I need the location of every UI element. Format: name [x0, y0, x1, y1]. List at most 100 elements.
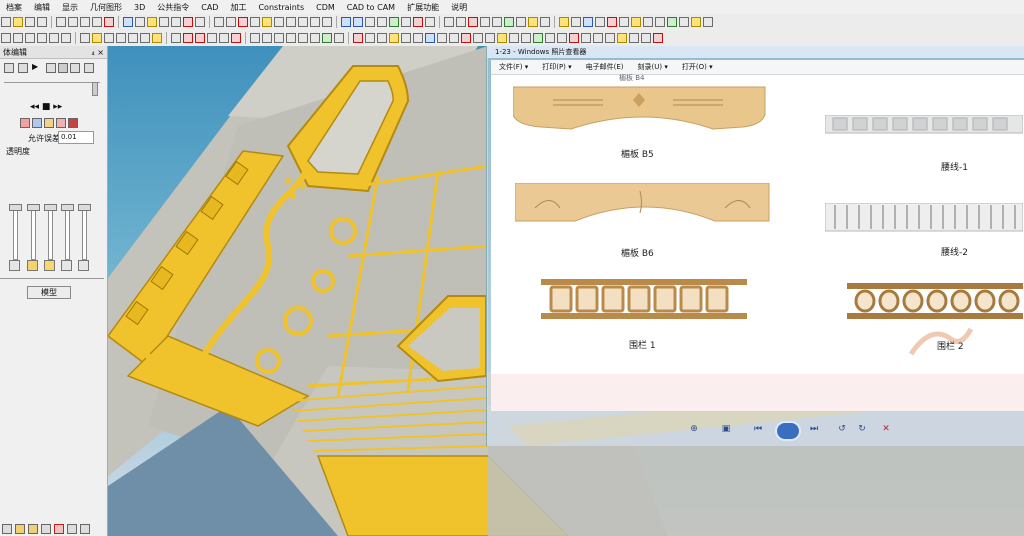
- view2-icon[interactable]: [353, 17, 363, 27]
- surface2-icon[interactable]: [571, 17, 581, 27]
- surface13-icon[interactable]: [703, 17, 713, 27]
- line3-icon[interactable]: [298, 17, 308, 27]
- text-icon[interactable]: [92, 33, 102, 43]
- record-icon[interactable]: [653, 33, 663, 43]
- edit14-icon[interactable]: [509, 33, 519, 43]
- light-icon[interactable]: [528, 17, 538, 27]
- edit11-icon[interactable]: [473, 33, 483, 43]
- zoom-icon[interactable]: ⊕: [689, 425, 699, 434]
- edit2-icon[interactable]: [365, 33, 375, 43]
- arc-icon[interactable]: [25, 33, 35, 43]
- play-icon[interactable]: ▶: [32, 63, 40, 71]
- slider-knob[interactable]: [44, 204, 57, 211]
- delete-icon[interactable]: ✕: [881, 425, 891, 434]
- circle-icon[interactable]: [37, 33, 47, 43]
- new-icon[interactable]: [1, 17, 11, 27]
- menu-3d[interactable]: 3D: [128, 3, 151, 12]
- snap-icon[interactable]: [250, 33, 260, 43]
- line2-icon[interactable]: [286, 17, 296, 27]
- panel-tool8-icon[interactable]: [20, 118, 30, 128]
- panel-tool6-icon[interactable]: [70, 63, 80, 73]
- grid2-icon[interactable]: [456, 17, 466, 27]
- menu-cdm[interactable]: CDM: [310, 3, 341, 12]
- edit5-icon[interactable]: [401, 33, 411, 43]
- panel-tool12-icon[interactable]: [68, 118, 78, 128]
- fillet-icon[interactable]: [152, 33, 162, 43]
- save-icon[interactable]: [25, 17, 35, 27]
- menu-extensions[interactable]: 扩展功能: [401, 2, 445, 13]
- slider-knob[interactable]: [78, 204, 91, 211]
- wire-icon[interactable]: [480, 17, 490, 27]
- stamp-icon[interactable]: [78, 260, 89, 271]
- surface12-icon[interactable]: [691, 17, 701, 27]
- menu-common[interactable]: 公共指令: [151, 2, 195, 13]
- snap3-icon[interactable]: [274, 33, 284, 43]
- view8-icon[interactable]: [425, 17, 435, 27]
- dim-icon[interactable]: [492, 17, 502, 27]
- rotate-icon[interactable]: [516, 17, 526, 27]
- menu-edit[interactable]: 编辑: [28, 2, 56, 13]
- tolerance-input[interactable]: 0.01: [58, 131, 94, 144]
- menu-cad-to-cam[interactable]: CAD to CAM: [341, 3, 401, 12]
- undo-icon[interactable]: [214, 17, 224, 27]
- next-icon[interactable]: ⏭: [809, 425, 819, 434]
- tab7-icon[interactable]: [80, 524, 90, 534]
- edit3-icon[interactable]: [377, 33, 387, 43]
- edit13-icon[interactable]: [497, 33, 507, 43]
- edit1-icon[interactable]: [353, 33, 363, 43]
- snap7-icon[interactable]: [322, 33, 332, 43]
- snap4-icon[interactable]: [286, 33, 296, 43]
- edit19-icon[interactable]: [569, 33, 579, 43]
- model-button[interactable]: 模型: [27, 286, 71, 299]
- prev-icon[interactable]: ⏮: [753, 425, 763, 434]
- tab4-icon[interactable]: [41, 524, 51, 534]
- tab3-icon[interactable]: [28, 524, 38, 534]
- menu-machining[interactable]: 加工: [224, 2, 252, 13]
- surface10-icon[interactable]: [667, 17, 677, 27]
- grid-icon[interactable]: [135, 17, 145, 27]
- snap5-icon[interactable]: [298, 33, 308, 43]
- edit7-icon[interactable]: [425, 33, 435, 43]
- surface7-icon[interactable]: [631, 17, 641, 27]
- panel-tool9-icon[interactable]: [32, 118, 42, 128]
- surface-icon[interactable]: [559, 17, 569, 27]
- tab5-icon[interactable]: [54, 524, 64, 534]
- line-icon[interactable]: [274, 17, 284, 27]
- slider-knob[interactable]: [61, 204, 74, 211]
- trim-icon[interactable]: [140, 33, 150, 43]
- print-icon[interactable]: [92, 17, 102, 27]
- menu-help[interactable]: 说明: [445, 2, 473, 13]
- view7-icon[interactable]: [413, 17, 423, 27]
- circle3-icon[interactable]: [195, 33, 205, 43]
- surface11-icon[interactable]: [679, 17, 689, 27]
- tab6-icon[interactable]: [67, 524, 77, 534]
- panel-tool7-icon[interactable]: [84, 63, 94, 73]
- circle2-icon[interactable]: [183, 33, 193, 43]
- transparency-slider-5[interactable]: [82, 206, 87, 260]
- snap2-icon[interactable]: [262, 33, 272, 43]
- edit18-icon[interactable]: [557, 33, 567, 43]
- folder-icon[interactable]: [147, 17, 157, 27]
- surface3-icon[interactable]: [583, 17, 593, 27]
- menu-geometry[interactable]: 几何图形: [84, 2, 128, 13]
- bucket-icon[interactable]: [61, 260, 72, 271]
- transparency-slider-2[interactable]: [31, 206, 36, 260]
- panel-slider-handle[interactable]: [92, 82, 98, 96]
- edit17-icon[interactable]: [545, 33, 555, 43]
- tab1-icon[interactable]: [2, 524, 12, 534]
- edit4-icon[interactable]: [389, 33, 399, 43]
- slider-knob[interactable]: [9, 204, 22, 211]
- panel-tool5-icon[interactable]: [58, 63, 68, 73]
- eraser-icon[interactable]: [9, 260, 20, 271]
- view6-icon[interactable]: [401, 17, 411, 27]
- delete-icon[interactable]: [104, 17, 114, 27]
- rotate-right-icon[interactable]: ↻: [857, 425, 867, 434]
- view4-icon[interactable]: [377, 17, 387, 27]
- edit20-icon[interactable]: [581, 33, 591, 43]
- viewer-menu-burn[interactable]: 刻录(U) ▾: [630, 62, 674, 72]
- edit9-icon[interactable]: [449, 33, 459, 43]
- view5-icon[interactable]: [389, 17, 399, 27]
- surface4-icon[interactable]: [595, 17, 605, 27]
- measure-icon[interactable]: [504, 17, 514, 27]
- ellipse-icon[interactable]: [171, 33, 181, 43]
